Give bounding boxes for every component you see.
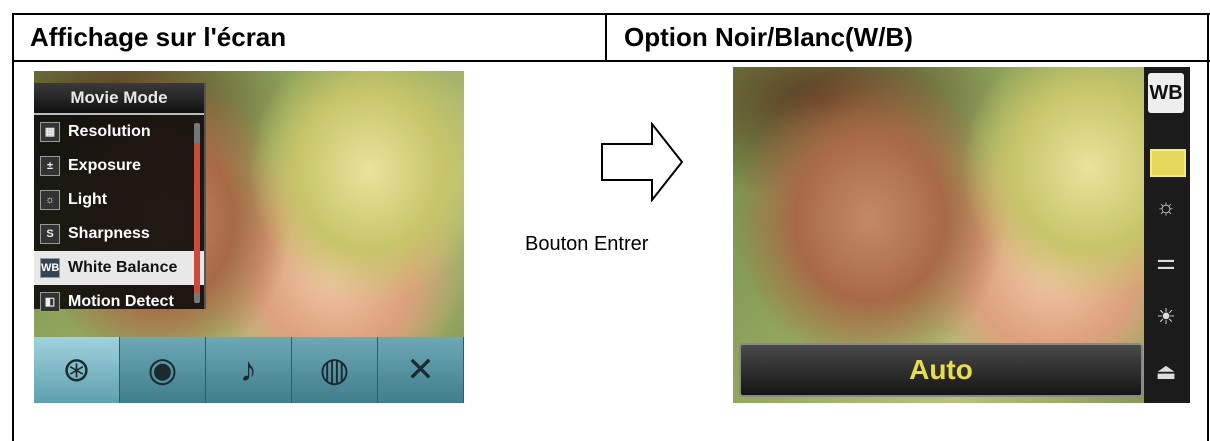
menu-item-resolution[interactable]: ▦ Resolution	[34, 115, 204, 149]
daylight-icon[interactable]: ☼	[1150, 192, 1182, 222]
menu-item-label: Sharpness	[68, 225, 150, 242]
table-border-left	[12, 13, 14, 441]
right-camera-screen: WB ☼ ⚌ ☀ ⏏ Auto	[733, 67, 1190, 403]
light-icon: ☼	[40, 190, 60, 210]
table-border-top	[12, 13, 1210, 15]
menu-item-motion-detect[interactable]: ◧ Motion Detect	[34, 285, 204, 319]
menu-item-label: White Balance	[68, 259, 178, 276]
left-camera-screen: Movie Mode ▦ Resolution ± Exposure ☼ Light …	[34, 71, 464, 403]
header-left: Affichage sur l'écran	[30, 22, 287, 52]
wb-badge: WB	[1148, 73, 1184, 113]
column-divider	[605, 13, 607, 61]
menu-item-light[interactable]: ☼ Light	[34, 183, 204, 217]
menu-item-label: Light	[68, 191, 108, 208]
right-arrow-icon	[601, 122, 684, 202]
enter-button-label: Bouton Entrer	[525, 233, 649, 255]
menu-item-label: Exposure	[68, 157, 141, 174]
menu-title: Movie Mode	[34, 83, 204, 115]
sharpness-icon: S	[40, 224, 60, 244]
menu-item-sharpness[interactable]: S Sharpness	[34, 217, 204, 251]
header-right: Option Noir/Blanc(W/B)	[624, 22, 913, 52]
microphone-icon[interactable]: ♪	[206, 337, 292, 403]
camera-icon[interactable]: ◉	[120, 337, 206, 403]
menu-item-white-balance[interactable]: WB White Balance	[34, 251, 204, 285]
menu-item-label: Resolution	[68, 123, 151, 140]
document-table: Affichage sur l'écran Option Noir/Blanc(…	[0, 0, 1210, 441]
tools-icon[interactable]: ✕	[378, 337, 464, 403]
wb-options-sidebar: WB ☼ ⚌ ☀ ⏏	[1144, 67, 1190, 403]
tungsten-icon[interactable]: ☀	[1150, 302, 1182, 332]
menu-scrollbar[interactable]	[194, 123, 200, 303]
motion-detect-icon: ◧	[40, 292, 60, 312]
header-divider	[12, 60, 1210, 62]
scroll-thumb[interactable]	[194, 143, 200, 293]
resolution-icon: ▦	[40, 122, 60, 142]
fluorescent-icon[interactable]: ⚌	[1150, 247, 1182, 277]
menu-item-exposure[interactable]: ± Exposure	[34, 149, 204, 183]
movie-reel-icon[interactable]: ⊛	[34, 337, 120, 403]
table-border-right	[1207, 13, 1209, 441]
palette-icon[interactable]: ◍	[292, 337, 378, 403]
mode-bar: ⊛ ◉ ♪ ◍ ✕	[34, 337, 464, 403]
movie-mode-menu: Movie Mode ▦ Resolution ± Exposure ☼ Light …	[34, 83, 206, 312]
exposure-icon: ±	[40, 156, 60, 176]
wb-value-bar: Auto	[739, 343, 1143, 397]
white-balance-icon: WB	[40, 258, 60, 278]
exit-icon[interactable]: ⏏	[1150, 357, 1182, 387]
menu-item-label: Motion Detect	[68, 293, 174, 310]
auto-icon[interactable]	[1150, 149, 1186, 177]
